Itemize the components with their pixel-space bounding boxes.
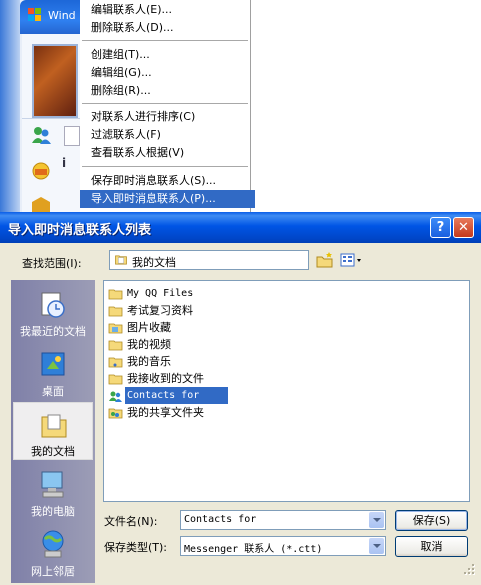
place-label: 我最近的文档 bbox=[20, 325, 86, 338]
filename-label: 文件名(N): bbox=[104, 515, 158, 528]
save-button[interactable]: 保存(S) bbox=[395, 510, 468, 531]
file-name: 我接收到的文件 bbox=[127, 372, 204, 385]
my-documents-icon bbox=[41, 414, 67, 438]
dialog-title: 导入即时消息联系人列表 bbox=[8, 223, 152, 238]
menu-item-view-contacts-by[interactable]: 查看联系人根据(V) bbox=[91, 144, 184, 162]
file-list[interactable]: My QQ Files 考试复习资料 图片收藏 我的视频 我的音乐 我接收到的文… bbox=[103, 280, 470, 502]
chevron-down-icon[interactable] bbox=[369, 538, 384, 554]
sun-emoticon-icon[interactable] bbox=[30, 160, 52, 182]
search-box[interactable] bbox=[64, 126, 80, 146]
menu-item-import-contacts[interactable]: 导入即时消息联系人(P)... bbox=[80, 190, 255, 208]
filename-combobox[interactable]: Contacts for bbox=[180, 510, 386, 530]
place-network[interactable]: 网上邻居 bbox=[13, 523, 93, 581]
place-label: 网上邻居 bbox=[31, 565, 75, 578]
view-menu-icon[interactable] bbox=[339, 251, 363, 269]
place-recent-documents[interactable]: 我最近的文档 bbox=[13, 283, 93, 341]
folder-icon bbox=[108, 289, 123, 300]
menu-item-edit-group[interactable]: 编辑组(G)... bbox=[91, 64, 152, 82]
context-menu: 编辑联系人(E)... 删除联系人(D)... 创建组(T)... 编辑组(G)… bbox=[80, 0, 255, 212]
menu-item-save-contacts[interactable]: 保存即时消息联系人(S)... bbox=[91, 172, 216, 190]
look-in-dropdown[interactable]: 我的文档 bbox=[109, 250, 309, 270]
dialog-title-bar[interactable]: 导入即时消息联系人列表 ? ✕ bbox=[0, 212, 481, 243]
messenger-background-window: Wind i bbox=[0, 0, 80, 212]
menu-separator bbox=[82, 40, 248, 41]
menu-item-delete-contact[interactable]: 删除联系人(D)... bbox=[91, 19, 174, 37]
user-display-picture[interactable] bbox=[32, 44, 78, 118]
place-my-documents[interactable]: 我的文档 bbox=[13, 402, 93, 460]
filetype-label: 保存类型(T): bbox=[104, 541, 168, 554]
menu-item-create-group[interactable]: 创建组(T)... bbox=[91, 46, 150, 64]
filename-value[interactable]: Contacts for bbox=[184, 514, 256, 525]
folder-icon bbox=[108, 374, 123, 385]
pictures-folder-icon bbox=[108, 323, 123, 334]
menu-separator bbox=[82, 166, 248, 167]
look-in-value: 我的文档 bbox=[132, 256, 176, 269]
window-left-border bbox=[0, 0, 20, 212]
place-label: 我的文档 bbox=[31, 445, 75, 458]
my-documents-icon bbox=[115, 255, 127, 265]
contacts-buddy-icon[interactable] bbox=[30, 124, 52, 146]
chevron-down-icon[interactable] bbox=[369, 512, 384, 528]
help-button[interactable]: ? bbox=[430, 217, 451, 238]
file-name: 考试复习资料 bbox=[127, 304, 193, 317]
cancel-button[interactable]: 取消 bbox=[395, 536, 468, 557]
folder-icon bbox=[108, 306, 123, 317]
menu-separator bbox=[82, 103, 248, 104]
messenger-title: Wind bbox=[48, 9, 76, 22]
file-name: 图片收藏 bbox=[127, 321, 171, 334]
shopping-icon[interactable] bbox=[30, 196, 52, 212]
menu-item-sort-contacts[interactable]: 对联系人进行排序(C) bbox=[91, 108, 195, 126]
import-contacts-dialog: 导入即时消息联系人列表 ? ✕ 查找范围(I): 我的文档 我最近的文档 桌面 … bbox=[0, 212, 481, 585]
new-folder-icon[interactable] bbox=[315, 251, 335, 269]
place-my-computer[interactable]: 我的电脑 bbox=[13, 463, 93, 521]
network-places-icon bbox=[42, 530, 64, 558]
place-label: 我的电脑 bbox=[31, 505, 75, 518]
place-desktop[interactable]: 桌面 bbox=[13, 343, 93, 401]
menu-item-delete-group[interactable]: 删除组(R)... bbox=[91, 82, 151, 100]
windows-logo-icon bbox=[28, 8, 41, 21]
file-name: 我的视频 bbox=[127, 338, 171, 351]
filetype-dropdown[interactable]: Messenger 联系人 (*.ctt) bbox=[180, 536, 386, 556]
dialog-body: 查找范围(I): 我的文档 我最近的文档 桌面 我的文档 我的电脑 网上邻居 M… bbox=[3, 243, 478, 583]
look-in-label: 查找范围(I): bbox=[22, 257, 82, 270]
file-name: My QQ Files bbox=[127, 288, 194, 299]
desktop-icon bbox=[41, 352, 65, 376]
messenger-title-bar: Wind bbox=[20, 0, 80, 34]
resize-grip-icon[interactable] bbox=[460, 560, 478, 578]
menu-item-edit-contact[interactable]: 编辑联系人(E)... bbox=[91, 1, 172, 19]
shared-folder-icon bbox=[108, 408, 123, 419]
file-name: 我的音乐 bbox=[127, 355, 171, 368]
filetype-value: Messenger 联系人 (*.ctt) bbox=[184, 544, 323, 555]
contacts-file-icon bbox=[109, 391, 122, 402]
file-name: Contacts for bbox=[125, 387, 228, 404]
recent-documents-icon bbox=[41, 292, 65, 318]
divider bbox=[22, 118, 80, 119]
menu-item-filter-contacts[interactable]: 过滤联系人(F) bbox=[91, 126, 161, 144]
folder-icon bbox=[108, 340, 123, 351]
close-button[interactable]: ✕ bbox=[453, 217, 474, 238]
places-bar: 我最近的文档 桌面 我的文档 我的电脑 网上邻居 bbox=[11, 280, 95, 583]
my-computer-icon bbox=[41, 471, 64, 498]
music-folder-icon bbox=[108, 357, 123, 368]
file-name: 我的共享文件夹 bbox=[127, 406, 204, 419]
place-label: 桌面 bbox=[42, 385, 64, 398]
info-icon[interactable]: i bbox=[62, 156, 66, 170]
